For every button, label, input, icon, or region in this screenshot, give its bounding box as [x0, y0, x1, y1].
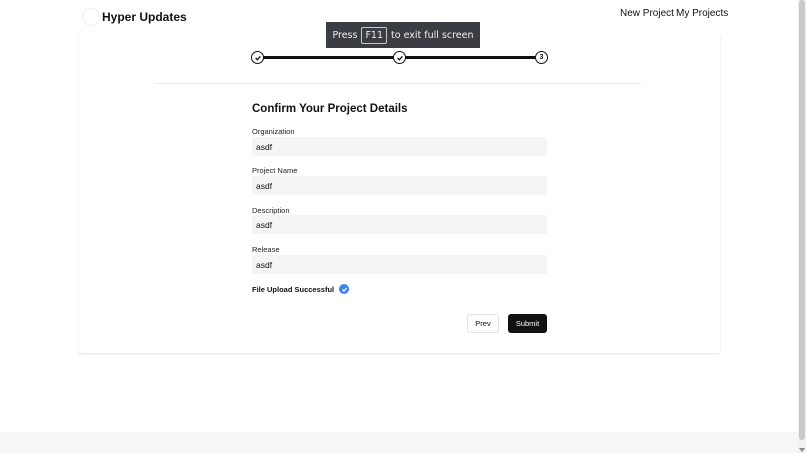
- scroll-thumb[interactable]: [799, 0, 805, 440]
- prev-button[interactable]: Prev: [467, 314, 499, 333]
- description-field[interactable]: asdf: [252, 215, 547, 234]
- fullscreen-message: to exit full screen: [391, 29, 474, 41]
- submit-button[interactable]: Submit: [508, 314, 547, 333]
- upload-status: File Upload Successful: [252, 284, 350, 294]
- page-title: Confirm Your Project Details: [252, 103, 408, 115]
- nav-my-projects-link[interactable]: My Projects: [676, 8, 728, 19]
- f11-key: F11: [361, 26, 388, 44]
- upload-status-text: File Upload Successful: [252, 284, 335, 294]
- page-footer: [0, 432, 798, 453]
- check-circle-icon: [339, 284, 350, 294]
- brand-title[interactable]: Hyper Updates: [102, 10, 187, 24]
- section-divider: [155, 83, 641, 84]
- check-icon: [396, 55, 403, 61]
- description-label: Description: [252, 206, 290, 215]
- check-icon: [254, 55, 261, 61]
- fullscreen-notice: Press F11 to exit full screen: [326, 22, 480, 48]
- release-field[interactable]: asdf: [252, 255, 547, 274]
- vertical-scrollbar[interactable]: [798, 0, 806, 453]
- organization-label: Organization: [252, 127, 295, 136]
- nav-new-project-link[interactable]: New Project: [620, 8, 674, 19]
- project-name-field[interactable]: asdf: [252, 176, 547, 195]
- organization-field[interactable]: asdf: [252, 137, 547, 156]
- project-name-label: Project Name: [252, 166, 298, 175]
- step-3-current: 3: [535, 51, 548, 64]
- brand-logo-icon[interactable]: [82, 8, 100, 26]
- release-label: Release: [252, 245, 280, 254]
- scroll-down-icon[interactable]: [799, 448, 805, 452]
- step-2-complete: [393, 51, 406, 64]
- fullscreen-press-text: Press: [332, 29, 358, 41]
- step-1-complete: [251, 51, 264, 64]
- progress-stepper: 3: [251, 51, 548, 64]
